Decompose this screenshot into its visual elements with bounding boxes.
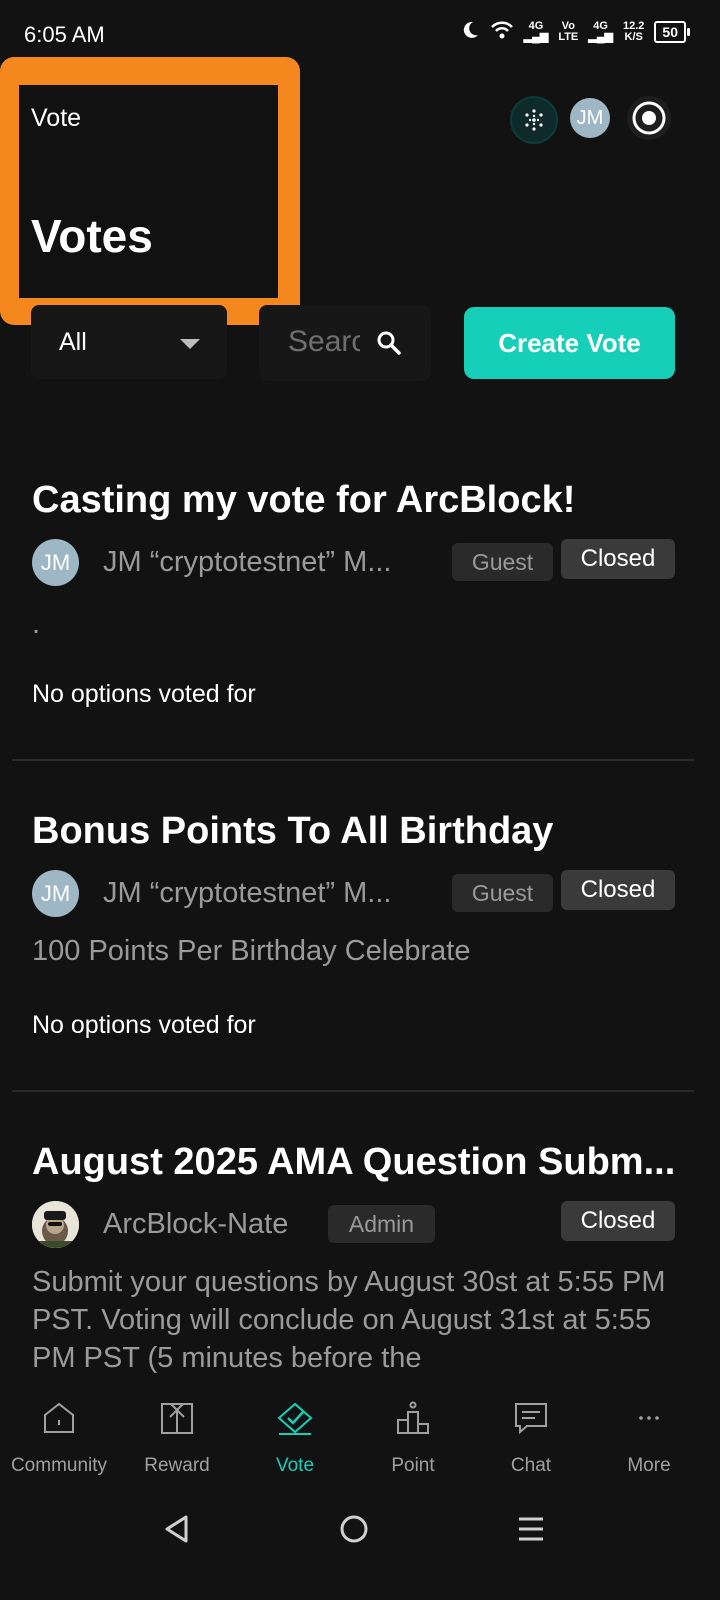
divider (12, 759, 694, 761)
back-icon[interactable] (162, 1514, 192, 1549)
signal-icon: 4G ▂▄▆ (523, 19, 549, 43)
home-circle-icon[interactable] (339, 1514, 369, 1549)
filter-selected-value: All (59, 328, 87, 356)
battery-icon: 50 (654, 20, 690, 43)
search-icon[interactable] (376, 330, 402, 361)
gift-icon (159, 1400, 195, 1441)
network-icon[interactable] (510, 96, 558, 144)
status-badge: Closed (561, 1201, 675, 1241)
home-icon (41, 1400, 77, 1441)
author-avatar[interactable] (32, 1201, 79, 1248)
more-icon (631, 1400, 667, 1441)
nav-label: More (627, 1455, 671, 1476)
author-name[interactable]: ArcBlock-Nate (103, 1208, 288, 1241)
vote-icon (276, 1400, 314, 1441)
nav-label: Point (391, 1455, 435, 1476)
chat-icon (513, 1400, 549, 1441)
nav-label: Chat (510, 1455, 552, 1476)
page-title: Votes (31, 210, 153, 262)
author-avatar[interactable]: JM (32, 539, 79, 586)
status-badge: Closed (561, 539, 675, 579)
nav-item-point[interactable]: Point (354, 1400, 472, 1477)
author-avatar[interactable]: JM (32, 870, 79, 917)
create-vote-button[interactable]: Create Vote (464, 307, 675, 379)
role-badge: Admin (328, 1205, 435, 1243)
chevron-down-icon (180, 339, 200, 349)
nav-item-community[interactable]: Community (0, 1400, 118, 1477)
podium-icon (395, 1400, 431, 1441)
menu-icon[interactable] (516, 1514, 546, 1549)
voted-status: No options voted for (32, 680, 256, 708)
author-name[interactable]: JM “cryptotestnet” M... (103, 546, 391, 579)
vote-description: 100 Points Per Birthday Celebrate (32, 935, 471, 967)
vote-description: . (32, 608, 41, 640)
voted-status: No options voted for (32, 1011, 256, 1039)
vote-title[interactable]: Bonus Points To All Birthday (32, 810, 553, 853)
user-avatar[interactable]: JM (570, 98, 610, 138)
nav-label: Vote (275, 1455, 315, 1476)
system-nav-bar (0, 1500, 720, 1600)
vote-description: Submit your questions by August 30st at … (32, 1266, 666, 1374)
moon-icon (460, 20, 480, 43)
nav-label: Reward (144, 1455, 210, 1476)
net-speed: 12.2 K/S (623, 19, 645, 43)
search-placeholder: Search (288, 325, 360, 358)
nav-item-vote[interactable]: Vote (236, 1400, 354, 1477)
vote-title[interactable]: Casting my vote for ArcBlock! (32, 479, 575, 522)
volte-icon: Vo LTE (558, 19, 579, 43)
nav-label: Community (10, 1455, 108, 1476)
status-time: 6:05 AM (24, 22, 105, 47)
status-badge: Closed (561, 870, 675, 910)
author-name[interactable]: JM “cryptotestnet” M... (103, 877, 391, 910)
record-icon[interactable] (627, 96, 671, 140)
signal-icon: 4G ▂▄▆ (588, 19, 613, 43)
breadcrumb[interactable]: Vote (31, 104, 81, 133)
nav-item-more[interactable]: More (590, 1400, 708, 1477)
status-icons: 4G ▂▄▆ Vo LTE 4G ▂▄▆ 12.2 K/S 50 (460, 19, 690, 43)
role-badge: Guest (452, 543, 553, 581)
role-badge: Guest (452, 874, 553, 912)
vote-title[interactable]: August 2025 AMA Question Subm... (32, 1141, 675, 1184)
nav-item-reward[interactable]: Reward (118, 1400, 236, 1477)
nav-item-chat[interactable]: Chat (472, 1400, 590, 1477)
divider (12, 1090, 694, 1092)
wifi-icon (490, 20, 514, 43)
